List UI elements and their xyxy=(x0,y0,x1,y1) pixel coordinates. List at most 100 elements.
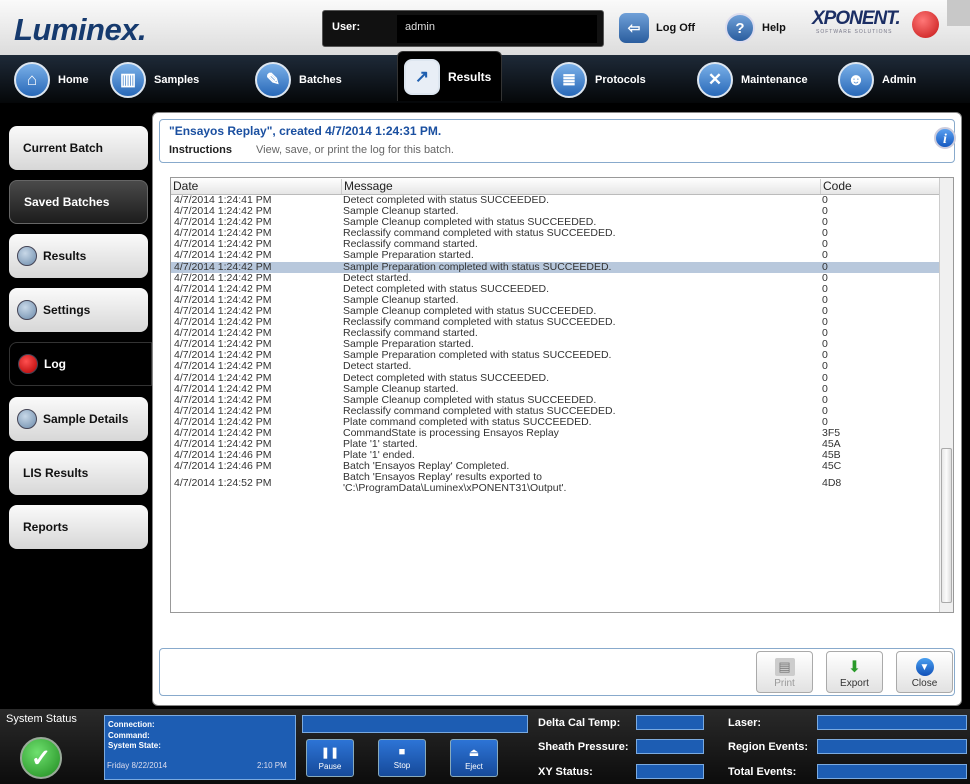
tab-protocols[interactable]: ≣ Protocols xyxy=(551,61,646,98)
close-icon: ▼ xyxy=(915,658,934,676)
connection-panel: Connection: Command: System State: Frida… xyxy=(104,715,296,780)
log-off-label: Log Off xyxy=(656,22,696,34)
sidebar-item-label: Reports xyxy=(23,520,69,534)
delta-cal-temp-value xyxy=(636,715,704,730)
table-row[interactable]: 4/7/2014 1:24:42 PM Detect started. 0 xyxy=(171,361,941,372)
log-message-cell: Sample Preparation started. xyxy=(343,249,474,262)
status-date: Friday 8/22/2014 xyxy=(107,761,168,770)
log-date-cell: 4/7/2014 1:24:42 PM xyxy=(174,382,272,395)
status-indicator-icon xyxy=(912,11,939,38)
log-message-cell: Detect started. xyxy=(343,271,412,284)
sidebar-item-results[interactable]: Results xyxy=(9,234,148,278)
sidebar-item-label: Current Batch xyxy=(23,141,104,155)
sidebar-item-lis-results[interactable]: LIS Results xyxy=(9,451,148,495)
sidebar-item-label: Saved Batches xyxy=(24,195,110,209)
sidebar: Current Batch Saved Batches Results Sett… xyxy=(0,103,152,706)
sidebar-item-label: Log xyxy=(44,357,66,371)
region-events-label: Region Events: xyxy=(728,741,809,753)
tab-batches-label: Batches xyxy=(299,73,342,86)
batches-icon: ✎ xyxy=(255,61,291,98)
close-label: Close xyxy=(911,678,938,689)
log-date-cell: 4/7/2014 1:24:42 PM xyxy=(174,271,272,284)
log-code-cell: 0 xyxy=(822,260,828,273)
column-header-message[interactable]: Message xyxy=(341,179,820,194)
log-off-button[interactable]: ⇦ Log Off xyxy=(619,11,695,45)
table-row[interactable]: 4/7/2014 1:24:42 PM Detect completed with… xyxy=(171,371,941,384)
user-label: User: xyxy=(332,21,361,33)
stop-label: Stop xyxy=(393,761,411,770)
command-label: Command: xyxy=(108,730,150,740)
tab-home[interactable]: ⌂ Home xyxy=(14,61,89,98)
tab-maintenance[interactable]: ✕ Maintenance xyxy=(697,61,808,98)
led-active-icon xyxy=(18,354,38,374)
delta-cal-temp-label: Delta Cal Temp: xyxy=(538,717,621,729)
scrollbar-thumb[interactable] xyxy=(941,448,952,603)
tab-batches[interactable]: ✎ Batches xyxy=(255,61,342,98)
print-button[interactable]: ▤ Print xyxy=(756,651,813,693)
system-ok-check-icon[interactable]: ✓ xyxy=(20,737,62,779)
export-button[interactable]: ⬇ Export xyxy=(826,651,883,693)
column-header-date[interactable]: Date xyxy=(171,179,341,194)
info-icon[interactable]: i xyxy=(934,127,956,149)
eject-label: Eject xyxy=(465,761,483,771)
close-button[interactable]: ▼ Close xyxy=(896,651,953,693)
admin-icon: ☻ xyxy=(838,61,874,98)
sidebar-item-label: Settings xyxy=(43,303,91,317)
window-edge xyxy=(947,0,970,26)
sidebar-item-current-batch[interactable]: Current Batch xyxy=(9,126,148,170)
sidebar-item-settings[interactable]: Settings xyxy=(9,288,148,332)
log-message-cell: Batch 'Ensayos Replay' results exported … xyxy=(343,471,567,495)
region-events-value xyxy=(817,739,967,754)
pause-button[interactable]: ❚❚ Pause xyxy=(306,739,354,777)
tab-admin[interactable]: ☻ Admin xyxy=(838,61,916,98)
table-row[interactable]: 4/7/2014 1:24:42 PM Sample Preparation st… xyxy=(171,250,941,261)
user-box: User: admin xyxy=(322,10,604,47)
main-panel: "Ensayos Replay", created 4/7/2014 1:24:… xyxy=(152,112,962,706)
batch-header: "Ensayos Replay", created 4/7/2014 1:24:… xyxy=(159,119,955,163)
instructions-label: Instructions xyxy=(169,144,232,156)
help-icon: ? xyxy=(725,13,755,43)
tab-results-label: Results xyxy=(448,69,492,84)
tab-results[interactable]: ↗ Results xyxy=(397,51,503,101)
log-date-cell: 4/7/2014 1:24:42 PM xyxy=(174,360,272,373)
log-date-cell: 4/7/2014 1:24:42 PM xyxy=(174,371,272,384)
log-message-cell: Sample Preparation completed with status… xyxy=(343,260,612,273)
instructions-text: View, save, or print the log for this ba… xyxy=(256,144,454,156)
log-table[interactable]: Date Message Code 4/7/2014 1:24:41 PM Det… xyxy=(170,177,954,613)
log-code-cell: 0 xyxy=(822,382,828,395)
log-message-cell: Detect completed with status SUCCEEDED. xyxy=(343,371,549,384)
table-row[interactable]: 4/7/2014 1:24:52 PM Batch 'Ensayos Replay… xyxy=(171,472,941,494)
table-row[interactable]: 4/7/2014 1:24:42 PM Sample Preparation co… xyxy=(171,260,941,273)
sidebar-item-label: Results xyxy=(43,249,87,263)
help-button[interactable]: ? Help xyxy=(725,11,786,45)
printer-icon: ▤ xyxy=(774,658,795,676)
log-message-cell: Sample Cleanup started. xyxy=(343,382,459,395)
column-header-code[interactable]: Code xyxy=(820,179,941,194)
status-bar: System Status ✓ Connection: Command: Sys… xyxy=(0,709,970,784)
export-label: Export xyxy=(840,678,869,689)
home-icon: ⌂ xyxy=(14,61,50,98)
log-date-cell: 4/7/2014 1:24:52 PM xyxy=(174,477,272,490)
protocols-icon: ≣ xyxy=(551,61,587,98)
tab-samples[interactable]: ▥ Samples xyxy=(110,61,199,98)
sidebar-item-sample-details[interactable]: Sample Details xyxy=(9,397,148,441)
laser-value xyxy=(817,715,967,730)
sidebar-item-log[interactable]: Log xyxy=(9,342,152,386)
led-icon xyxy=(17,246,37,266)
sidebar-item-reports[interactable]: Reports xyxy=(9,505,148,549)
sidebar-item-saved-batches[interactable]: Saved Batches xyxy=(9,180,148,224)
xy-status-value xyxy=(636,764,704,779)
eject-button[interactable]: ⏏ Eject xyxy=(450,739,498,777)
stop-icon: ■ xyxy=(398,746,406,758)
total-events-value xyxy=(817,764,967,779)
table-row[interactable]: 4/7/2014 1:24:46 PM Batch 'Ensayos Replay… xyxy=(171,461,941,472)
log-off-icon: ⇦ xyxy=(619,13,649,43)
top-bar: Luminex. User: admin ⇦ Log Off ? Help XP… xyxy=(0,0,970,55)
luminex-logo: Luminex. xyxy=(14,12,147,47)
help-label: Help xyxy=(762,22,786,34)
stop-button[interactable]: ■ Stop xyxy=(378,739,426,777)
action-bar: ▤ Print ⬇ Export ▼ Close xyxy=(159,648,955,696)
log-date-cell: 4/7/2014 1:24:42 PM xyxy=(174,260,272,273)
vertical-scrollbar[interactable] xyxy=(939,178,953,612)
eject-icon: ⏏ xyxy=(468,746,480,759)
